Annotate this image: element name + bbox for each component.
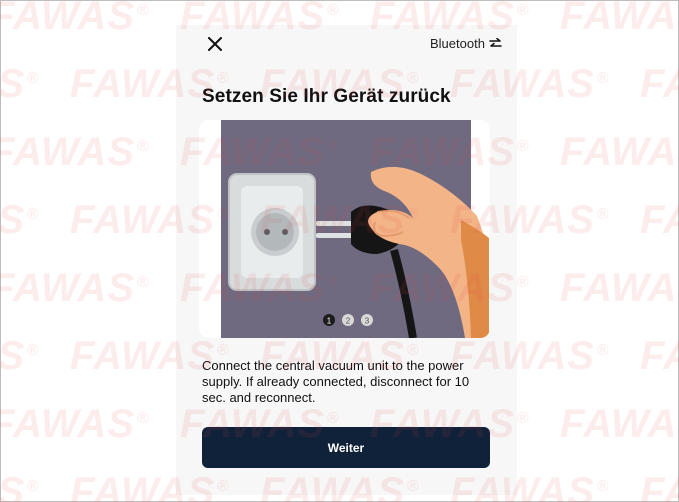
illustration-card: 1 2 3: [199, 120, 490, 338]
pager-dot-1[interactable]: 1: [327, 317, 332, 326]
swap-arrows-icon: [489, 38, 502, 47]
pager-dot-3[interactable]: 3: [365, 317, 370, 326]
close-icon: [208, 37, 222, 51]
unplug-socket-illustration: 1 2 3: [221, 120, 489, 338]
bluetooth-label: Bluetooth: [430, 36, 485, 51]
close-button[interactable]: [205, 34, 225, 54]
page-title: Setzen Sie Ihr Gerät zurück: [202, 86, 451, 107]
instruction-text: Connect the central vacuum unit to the p…: [202, 358, 470, 405]
pager-dot-2[interactable]: 2: [346, 317, 351, 326]
continue-button[interactable]: Weiter: [202, 427, 490, 468]
bluetooth-toggle[interactable]: Bluetooth: [430, 36, 502, 51]
pager-dots: 1 2 3: [323, 314, 373, 326]
